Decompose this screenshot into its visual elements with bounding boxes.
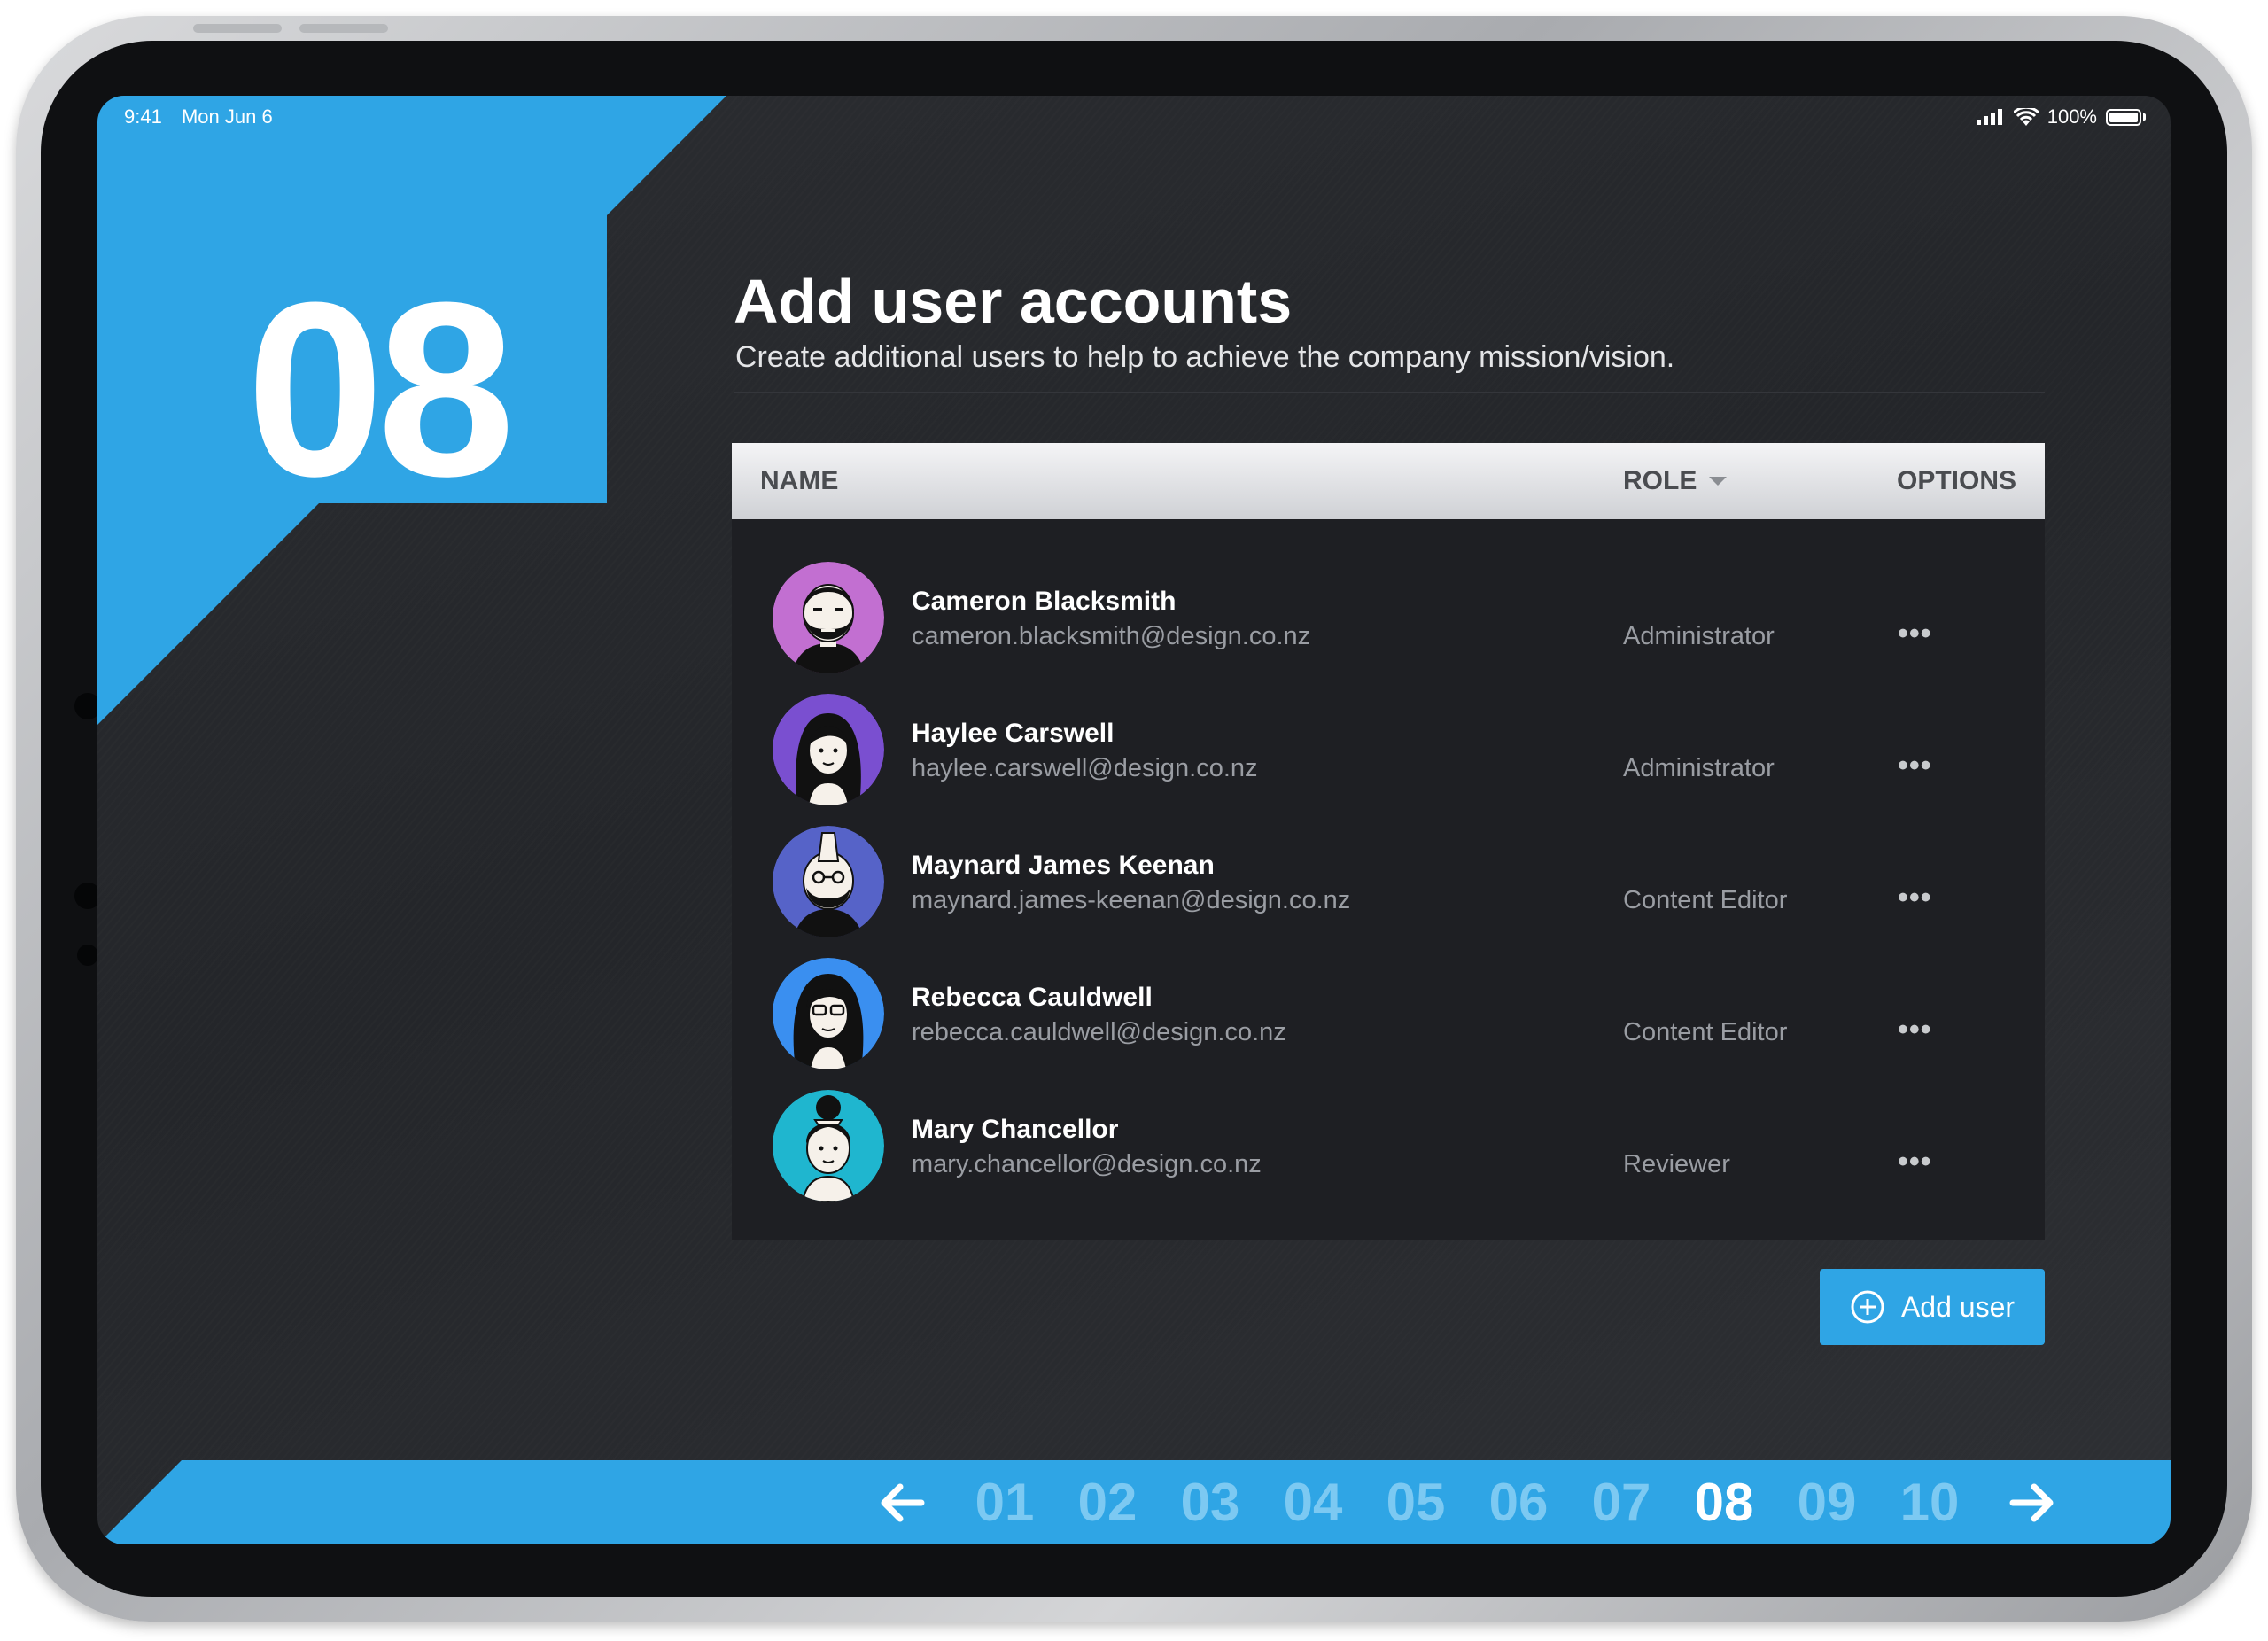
column-role[interactable]: ROLE [1623, 466, 1728, 496]
step-number: 08 [246, 252, 515, 528]
sensor-icon [77, 945, 98, 966]
user-role: Content Editor [1623, 1018, 1788, 1046]
user-role: Administrator [1623, 754, 1775, 782]
table-row[interactable]: Rebecca Cauldwell rebecca.cauldwell@desi… [732, 958, 2045, 1090]
page-subtitle: Create additional users to help to achie… [735, 340, 1675, 374]
page-07-tab[interactable]: 07 [1570, 1472, 1673, 1533]
page-10-tab[interactable]: 10 [1878, 1472, 1981, 1533]
user-name: Rebecca Cauldwell [912, 983, 1153, 1012]
page-09-tab[interactable]: 09 [1775, 1472, 1878, 1533]
status-bar: 9:41 Mon Jun 6 100% [124, 101, 2146, 133]
user-email: haylee.carswell@design.co.nz [912, 754, 1258, 782]
battery-percent: 100% [2047, 105, 2097, 128]
page-01-tab[interactable]: 01 [953, 1472, 1056, 1533]
plus-circle-icon [1851, 1290, 1884, 1324]
sort-caret-icon[interactable] [1709, 477, 1728, 486]
column-options: OPTIONS [1896, 466, 2016, 495]
user-email: mary.chancellor@design.co.nz [912, 1150, 1262, 1178]
avatar [773, 1090, 884, 1202]
table-row[interactable]: Mary Chancellor mary.chancellor@design.c… [732, 1090, 2045, 1222]
status-time: 9:41 [124, 105, 162, 128]
page-title: Add user accounts [734, 267, 1293, 336]
add-user-button[interactable]: Add user [1820, 1269, 2045, 1345]
user-name: Mary Chancellor [912, 1115, 1119, 1144]
user-email: maynard.james-keenan@design.co.nz [912, 886, 1351, 914]
row-options-button[interactable]: ••• [1898, 881, 1932, 915]
woman-avatar-icon [773, 694, 884, 805]
bun-woman-avatar-icon [773, 1090, 884, 1202]
bearded-man-avatar-icon [773, 562, 884, 673]
user-role: Administrator [1623, 622, 1775, 650]
users-table: NAME ROLE OPTIONS Cameron Blacksmith cam… [732, 443, 2045, 1240]
add-user-label: Add user [1900, 1290, 2016, 1323]
page-08-tab[interactable]: 08 [1673, 1472, 1775, 1533]
step-pagination: 01 02 03 04 05 06 07 08 09 10 [97, 1460, 2171, 1544]
row-options-button[interactable]: ••• [1898, 1145, 1932, 1179]
user-role: Reviewer [1623, 1150, 1730, 1178]
prev-page-button[interactable] [850, 1483, 953, 1522]
mohawk-man-avatar-icon [773, 826, 884, 937]
user-name: Haylee Carswell [912, 719, 1115, 748]
page-04-tab[interactable]: 04 [1262, 1472, 1364, 1533]
wifi-icon [2013, 108, 2039, 126]
glasses-woman-avatar-icon [773, 958, 884, 1069]
table-header: NAME ROLE OPTIONS [732, 443, 2045, 519]
page-06-tab[interactable]: 06 [1467, 1472, 1570, 1533]
avatar [773, 826, 884, 937]
table-row[interactable]: Maynard James Keenan maynard.james-keena… [732, 826, 2045, 958]
user-email: rebecca.cauldwell@design.co.nz [912, 1018, 1286, 1046]
user-name: Maynard James Keenan [912, 851, 1215, 880]
cellular-signal-icon [1976, 109, 2002, 125]
battery-icon [2106, 108, 2141, 126]
avatar [773, 958, 884, 1069]
row-options-button[interactable]: ••• [1898, 749, 1932, 783]
status-date: Mon Jun 6 [181, 105, 273, 128]
user-role: Content Editor [1623, 886, 1788, 914]
avatar [773, 562, 884, 673]
page-02-tab[interactable]: 02 [1056, 1472, 1159, 1533]
avatar [773, 694, 884, 805]
page-03-tab[interactable]: 03 [1159, 1472, 1262, 1533]
top-button [193, 24, 282, 33]
table-row[interactable]: Cameron Blacksmith cameron.blacksmith@de… [732, 562, 2045, 694]
row-options-button[interactable]: ••• [1898, 617, 1932, 651]
top-button [299, 24, 388, 33]
arrow-left-icon [881, 1483, 925, 1521]
next-page-button[interactable] [1981, 1483, 2084, 1522]
app-screen: 9:41 Mon Jun 6 100% 08 Add user accounts… [97, 96, 2171, 1544]
row-options-button[interactable]: ••• [1898, 1013, 1932, 1047]
battery-tip [2143, 113, 2146, 121]
table-row[interactable]: Haylee Carswell haylee.carswell@design.c… [732, 694, 2045, 826]
user-email: cameron.blacksmith@design.co.nz [912, 622, 1311, 650]
pagination-items: 01 02 03 04 05 06 07 08 09 10 [850, 1460, 2084, 1544]
column-name[interactable]: NAME [760, 466, 838, 496]
page-05-tab[interactable]: 05 [1364, 1472, 1467, 1533]
user-name: Cameron Blacksmith [912, 587, 1177, 616]
arrow-right-icon [2009, 1483, 2054, 1521]
column-role-label: ROLE [1623, 466, 1697, 495]
header-divider [734, 392, 2045, 393]
